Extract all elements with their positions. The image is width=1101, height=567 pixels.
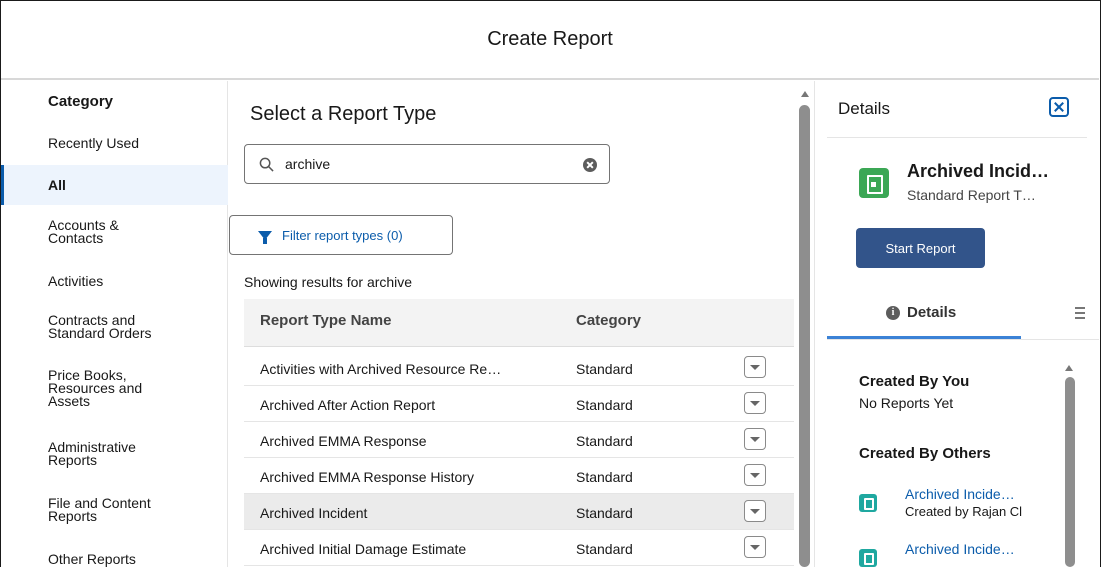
scrollbar-thumb[interactable]	[1065, 377, 1075, 567]
table-row[interactable]: Archived EMMA Response Standard	[244, 422, 794, 458]
list-item: Archived Incide… Created by Rajan Cl	[859, 486, 1069, 526]
sidebar-item-activities[interactable]: Activities	[1, 273, 228, 295]
search-icon	[259, 157, 274, 172]
row-category: Standard	[576, 361, 633, 377]
sidebar-item-file-content[interactable]: File and Content Reports	[1, 495, 228, 529]
filter-label: Filter report types (0)	[282, 227, 403, 243]
divider	[827, 137, 1087, 138]
report-type-icon	[859, 168, 889, 198]
sidebar-item-label: Price Books, Resources and Assets	[48, 367, 143, 409]
sidebar-item-label: All	[48, 177, 66, 193]
report-icon	[859, 549, 877, 567]
sidebar-item-label: Activities	[48, 273, 104, 289]
divider	[827, 339, 1099, 340]
category-title: Category	[48, 93, 114, 110]
modal-title: Create Report	[487, 28, 613, 50]
report-link[interactable]: Archived Incide…	[905, 486, 1015, 502]
row-menu-chevron-down-icon[interactable]	[744, 392, 766, 414]
report-link[interactable]: Archived Incide…	[905, 541, 1015, 557]
start-report-button[interactable]: Start Report	[856, 228, 985, 268]
row-name: Archived EMMA Response	[260, 433, 427, 449]
sidebar-item-recently-used[interactable]: Recently Used	[1, 135, 228, 165]
info-icon: i	[886, 306, 900, 320]
close-icon[interactable]	[1049, 97, 1069, 117]
row-name: Archived Incident	[260, 505, 368, 521]
sidebar-item-label: Other Reports	[48, 553, 136, 567]
sidebar-item-label: Accounts & Contacts	[48, 217, 119, 246]
category-sidebar: Category Recently Used All Accounts & Co…	[1, 81, 228, 567]
list-item: Archived Incide…	[859, 541, 1069, 567]
clear-search-icon[interactable]	[583, 158, 597, 172]
row-name: Archived After Action Report	[260, 397, 436, 413]
modal-header: Create Report	[1, 1, 1099, 80]
search-box	[244, 144, 610, 184]
sidebar-item-contracts[interactable]: Contracts and Standard Orders	[1, 312, 228, 346]
table-row[interactable]: Archived After Action Report Standard	[244, 386, 794, 422]
row-menu-chevron-down-icon[interactable]	[744, 464, 766, 486]
row-menu-chevron-down-icon[interactable]	[744, 536, 766, 558]
report-type-name: Archived Incid…	[907, 161, 1050, 181]
row-menu-chevron-down-icon[interactable]	[744, 356, 766, 378]
created-by-you-heading: Created By You	[859, 373, 970, 390]
row-name: Archived EMMA Response History	[260, 469, 474, 485]
sidebar-item-price-books[interactable]: Price Books, Resources and Assets	[1, 367, 228, 413]
tab-label: Details	[907, 304, 957, 321]
table-row-selected[interactable]: Archived Incident Standard	[244, 494, 794, 530]
created-by-others-heading: Created By Others	[859, 445, 991, 462]
sidebar-item-label: File and Content Reports	[48, 495, 151, 524]
sidebar-item-label: Contracts and Standard Orders	[48, 312, 152, 341]
report-icon	[859, 494, 877, 512]
filter-report-types-button[interactable]: Filter report types (0)	[229, 215, 453, 255]
report-type-panel: Select a Report Type Filter report types…	[228, 81, 813, 567]
details-scrollbar[interactable]	[1063, 361, 1078, 567]
row-category: Standard	[576, 505, 633, 521]
table-row[interactable]: Activities with Archived Resource Re… St…	[244, 350, 794, 386]
sidebar-item-label: Administrative Reports	[48, 439, 136, 468]
row-menu-chevron-down-icon[interactable]	[744, 500, 766, 522]
table-header: Report Type Name Category	[244, 299, 794, 347]
row-name: Activities with Archived Resource Re…	[260, 361, 502, 377]
filter-icon	[258, 230, 272, 244]
tab-details[interactable]: i Details	[827, 297, 1021, 339]
panel-title: Select a Report Type	[250, 103, 437, 125]
report-list-scrollbar[interactable]	[798, 81, 813, 567]
column-header-category[interactable]: Category	[576, 312, 641, 329]
row-category: Standard	[576, 469, 633, 485]
row-menu-chevron-down-icon[interactable]	[744, 428, 766, 450]
list-tab-icon[interactable]	[1071, 307, 1085, 319]
table-row[interactable]: Archived EMMA Response History Standard	[244, 458, 794, 494]
scrollbar-thumb[interactable]	[799, 105, 810, 567]
row-category: Standard	[576, 541, 633, 557]
sidebar-item-administrative[interactable]: Administrative Reports	[1, 439, 228, 473]
column-header-name[interactable]: Report Type Name	[260, 312, 391, 329]
row-category: Standard	[576, 397, 633, 413]
details-panel: Details Archived Incid… Standard Report …	[814, 81, 1100, 567]
sidebar-item-accounts-contacts[interactable]: Accounts & Contacts	[1, 217, 228, 251]
table-row[interactable]: Archived Initial Damage Estimate Standar…	[244, 530, 794, 566]
report-type-subtitle: Standard Report T…	[907, 187, 1036, 203]
sidebar-item-all[interactable]: All	[1, 165, 228, 205]
sidebar-item-other-reports[interactable]: Other Reports	[1, 553, 228, 567]
created-by-text: Created by Rajan Cl	[905, 504, 1023, 519]
scroll-up-icon[interactable]	[1065, 365, 1073, 371]
row-name: Archived Initial Damage Estimate	[260, 541, 467, 557]
no-reports-text: No Reports Yet	[859, 395, 954, 411]
row-category: Standard	[576, 433, 633, 449]
details-title: Details	[838, 99, 890, 118]
sidebar-item-label: Recently Used	[48, 135, 140, 151]
scroll-up-icon[interactable]	[801, 91, 809, 97]
search-input[interactable]	[285, 153, 575, 175]
results-text: Showing results for archive	[244, 274, 413, 290]
